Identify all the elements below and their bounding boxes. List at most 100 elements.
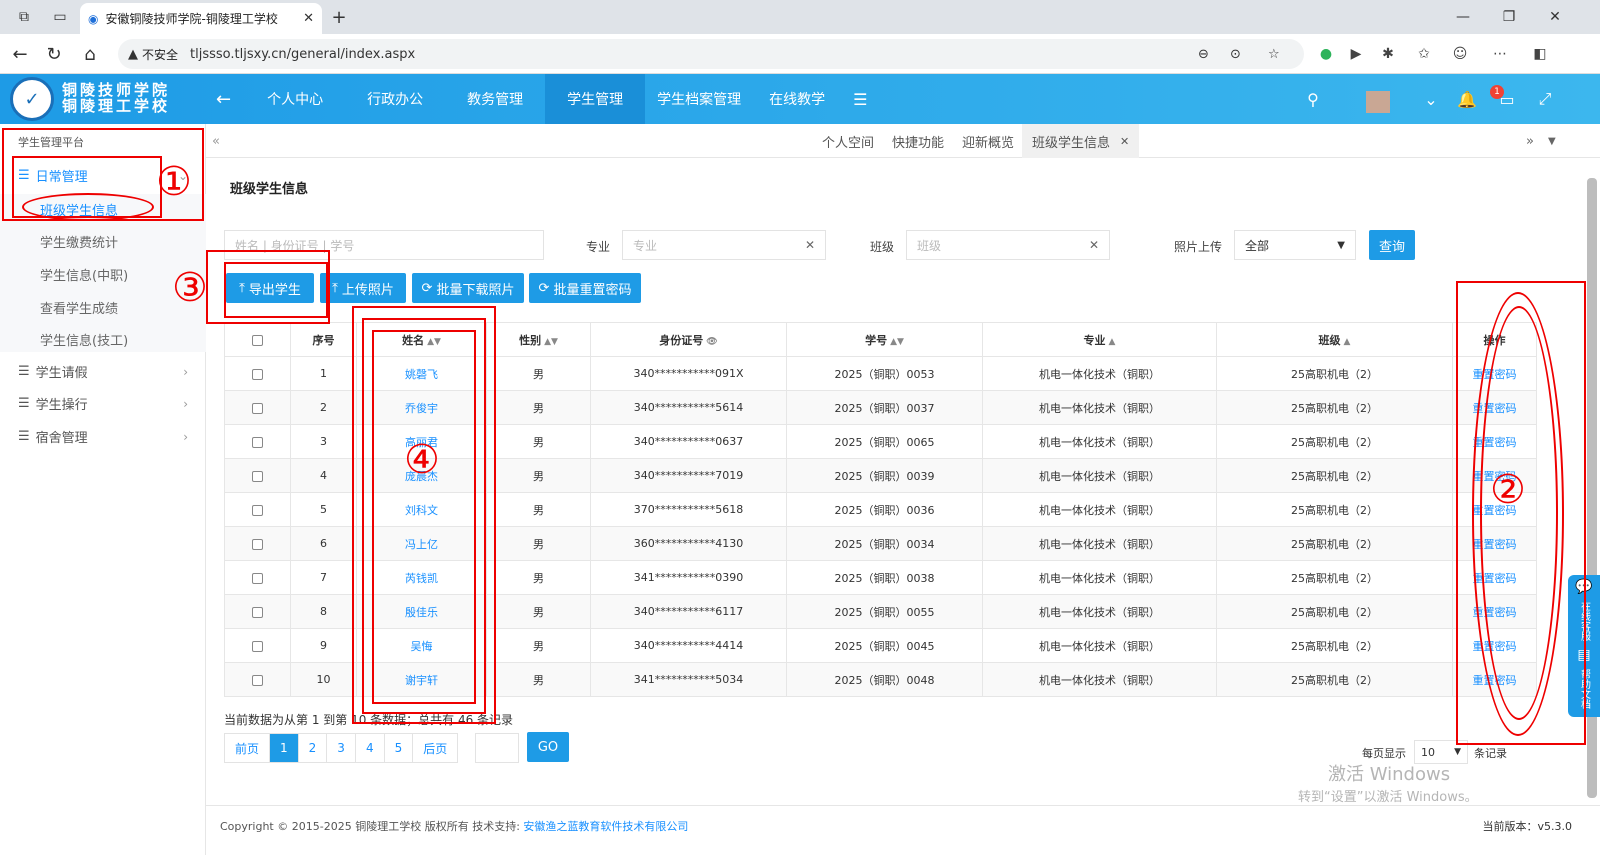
row-checkbox-cell[interactable] xyxy=(224,594,291,629)
new-tab-icon[interactable]: + xyxy=(322,0,356,34)
zoom-icon[interactable]: ⊖ xyxy=(1198,47,1209,62)
collapse-sidebar-icon[interactable]: « xyxy=(202,124,230,158)
batch-reset-password-button[interactable]: ⟳ 批量重置密码 xyxy=(529,273,641,303)
batch-download-photos-button[interactable]: ⟳ 批量下载照片 xyxy=(412,273,524,303)
col-header-major[interactable]: 专业 ▲ xyxy=(982,322,1217,357)
play-extension-icon[interactable]: ▶ xyxy=(1346,44,1366,64)
tab-quick-functions[interactable]: 快捷功能 xyxy=(882,124,954,158)
go-button[interactable]: GO xyxy=(527,732,569,762)
clear-class-icon[interactable]: ✕ xyxy=(1089,238,1099,252)
sidebar-item-fee-stats[interactable]: 学生缴费统计 xyxy=(40,232,118,251)
select-all-checkbox[interactable] xyxy=(252,334,263,346)
col-header-class[interactable]: 班级 ▲ xyxy=(1216,322,1453,357)
goto-page-input[interactable] xyxy=(475,733,519,763)
row-checkbox[interactable] xyxy=(252,674,263,686)
favorite-star-icon[interactable]: ☆ xyxy=(1268,47,1280,62)
nav-academic[interactable]: 教务管理 xyxy=(445,74,545,124)
maximize-icon[interactable]: ❐ xyxy=(1486,0,1532,34)
sidebar-group-leave[interactable]: ☰ 学生请假 › xyxy=(18,362,188,381)
notification-bell-icon[interactable]: 🔔 xyxy=(1456,88,1478,110)
select-all-cell[interactable] xyxy=(224,322,291,357)
more-menu-icon[interactable]: ⋯ xyxy=(1490,44,1510,64)
user-avatar[interactable] xyxy=(1366,91,1390,113)
upload-photos-button[interactable]: ⤒ 上传照片 xyxy=(320,273,406,303)
support-link[interactable]: 安徽渔之蓝教育软件技术有限公司 xyxy=(523,820,688,833)
row-checkbox-cell[interactable] xyxy=(224,458,291,493)
close-window-icon[interactable]: ✕ xyxy=(1532,0,1578,34)
cell-class: 25高职机电（2） xyxy=(1216,662,1453,697)
col-header-no[interactable]: 序号 xyxy=(290,322,357,357)
home-icon[interactable]: ⌂ xyxy=(76,40,104,68)
tab-actions-icon[interactable]: ▭ xyxy=(40,0,80,34)
sidebar-item-student-info-vocational[interactable]: 学生信息(中职) xyxy=(40,265,128,284)
sidebar-toggle-icon[interactable]: ◧ xyxy=(1530,44,1550,64)
row-checkbox-cell[interactable] xyxy=(224,424,291,459)
row-checkbox[interactable] xyxy=(252,640,263,652)
favorites-icon[interactable]: ✩ xyxy=(1414,44,1434,64)
nav-menu-icon[interactable]: ☰ xyxy=(841,74,879,124)
next-page-button[interactable]: 后页 xyxy=(413,734,458,762)
page-4-button[interactable]: 4 xyxy=(355,734,385,762)
major-input[interactable]: 专业 ✕ xyxy=(622,230,826,260)
tab-class-students[interactable]: 班级学生信息 ✕ xyxy=(1022,124,1140,158)
nav-student-archives[interactable]: 学生档案管理 xyxy=(645,74,753,124)
row-checkbox-cell[interactable] xyxy=(224,356,291,391)
row-checkbox[interactable] xyxy=(252,470,263,482)
close-tab-icon[interactable]: ✕ xyxy=(1120,135,1129,148)
sidebar-group-conduct[interactable]: ☰ 学生操行 › xyxy=(18,394,188,413)
address-bar[interactable]: ▲ 不安全 tljssso.tljsxy.cn/general/index.as… xyxy=(118,39,1304,69)
clear-major-icon[interactable]: ✕ xyxy=(805,238,815,252)
page-2-button[interactable]: 2 xyxy=(298,734,328,762)
tabs-dropdown-icon[interactable]: ▼ xyxy=(1538,124,1566,158)
query-button[interactable]: 查询 xyxy=(1369,230,1415,260)
header-search-icon[interactable]: ⚲ xyxy=(1302,88,1324,110)
page-1-button[interactable]: 1 xyxy=(270,734,299,762)
reload-icon[interactable]: ↻ xyxy=(40,40,68,68)
browser-tab[interactable]: ◉ 安徽铜陵技师学院-铜陵理工学校 ✕ xyxy=(80,3,322,34)
sidebar-item-grades[interactable]: 查看学生成绩 xyxy=(40,298,118,317)
sidebar-group-dorm[interactable]: ☰ 宿舍管理 › xyxy=(18,427,188,446)
tab-enrollment-overview[interactable]: 迎新概览 xyxy=(952,124,1024,158)
row-checkbox[interactable] xyxy=(252,538,263,550)
nav-online-teaching[interactable]: 在线教学 xyxy=(753,74,841,124)
eye-icon[interactable]: 👁 xyxy=(706,337,717,347)
fullscreen-icon[interactable]: ⤢ xyxy=(1534,88,1556,110)
workspaces-icon[interactable]: ⧉ xyxy=(4,0,44,34)
extensions-icon[interactable]: ✱ xyxy=(1378,44,1398,64)
minimize-icon[interactable]: — xyxy=(1440,0,1486,34)
col-header-gender[interactable]: 性别 ▲▼ xyxy=(486,322,591,357)
nav-admin-office[interactable]: 行政办公 xyxy=(345,74,445,124)
row-checkbox[interactable] xyxy=(252,606,263,618)
row-checkbox-cell[interactable] xyxy=(224,662,291,697)
row-checkbox-cell[interactable] xyxy=(224,628,291,663)
row-checkbox[interactable] xyxy=(252,572,263,584)
sidebar-item-student-info-technical[interactable]: 学生信息(技工) xyxy=(40,330,128,349)
prev-page-button[interactable]: 前页 xyxy=(225,734,271,762)
photo-upload-select[interactable]: 全部 ▼ xyxy=(1234,230,1356,260)
back-icon[interactable]: ← xyxy=(6,40,34,68)
page-5-button[interactable]: 5 xyxy=(384,734,414,762)
col-header-id[interactable]: 身份证号 👁 xyxy=(590,322,787,357)
row-checkbox-cell[interactable] xyxy=(224,492,291,527)
col-header-student-no[interactable]: 学号 ▲▼ xyxy=(786,322,983,357)
row-checkbox[interactable] xyxy=(252,368,263,380)
page-3-button[interactable]: 3 xyxy=(327,734,356,762)
extension-n-icon[interactable]: ● xyxy=(1316,44,1336,64)
row-checkbox[interactable] xyxy=(252,436,263,448)
row-checkbox-cell[interactable] xyxy=(224,390,291,425)
nav-back-icon[interactable]: ← xyxy=(210,74,245,124)
row-checkbox-cell[interactable] xyxy=(224,560,291,595)
monitor-icon[interactable]: ▭ xyxy=(1496,88,1518,110)
version-text: 当前版本：v5.3.0 xyxy=(1482,820,1573,833)
row-checkbox-cell[interactable] xyxy=(224,526,291,561)
row-checkbox[interactable] xyxy=(252,402,263,414)
close-tab-icon[interactable]: ✕ xyxy=(303,11,314,26)
nav-student-management[interactable]: 学生管理 xyxy=(545,74,646,124)
class-input[interactable]: 班级 ✕ xyxy=(906,230,1110,260)
user-menu-chevron-icon[interactable]: ⌄ xyxy=(1420,88,1442,110)
profile-avatar-icon[interactable]: ☺ xyxy=(1450,44,1470,64)
nav-personal-center[interactable]: 个人中心 xyxy=(245,74,345,124)
tab-personal-space[interactable]: 个人空间 xyxy=(812,124,884,158)
row-checkbox[interactable] xyxy=(252,504,263,516)
reader-icon[interactable]: ⊙ xyxy=(1230,47,1241,62)
